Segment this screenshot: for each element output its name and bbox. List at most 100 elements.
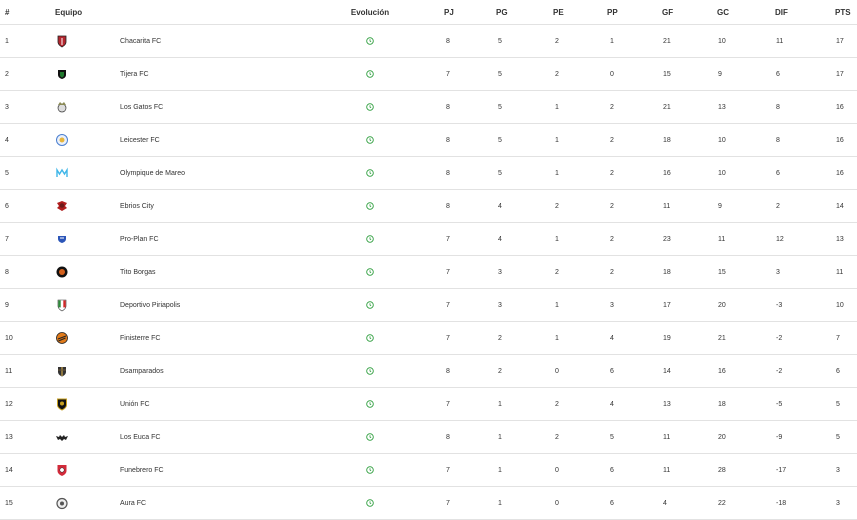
table-row[interactable]: 5 Olympique de Mareo 8 5 1 2 16 10 6 16 [0, 156, 857, 190]
team-name[interactable]: Los Euca FC [120, 420, 296, 454]
team-name[interactable]: Olympique de Mareo [120, 156, 296, 190]
table-row[interactable]: 7 Pro-Plan FC 7 4 1 2 23 11 12 13 [0, 222, 857, 256]
evolution-cell [296, 453, 444, 487]
stat-pj: 7 [444, 57, 496, 91]
clock-icon[interactable] [366, 136, 374, 144]
row-position: 11 [0, 354, 55, 388]
team-name[interactable]: Dsamparados [120, 354, 296, 388]
stat-pp: 6 [607, 453, 662, 487]
standings-body: 1 Chacarita FC 8 5 2 1 21 10 11 17 2 Tijera FC 7 5 2 0 1… [0, 24, 857, 520]
stat-pj: 8 [444, 24, 496, 58]
stat-gf: 18 [662, 123, 717, 157]
team-crest-cell [55, 222, 120, 256]
table-row[interactable]: 9 Deportivo Piriapolis 7 3 1 3 17 20 -3 10 [0, 288, 857, 322]
evolution-cell [296, 288, 444, 322]
clock-icon[interactable] [366, 169, 374, 177]
header-pts: PTS [835, 0, 857, 25]
clock-icon[interactable] [366, 367, 374, 375]
stat-pts: 16 [835, 90, 857, 124]
stat-pj: 7 [444, 255, 496, 289]
stat-pg: 5 [496, 123, 553, 157]
stat-dif: -3 [775, 288, 835, 322]
stat-pe: 0 [553, 354, 607, 388]
team-name[interactable]: Finisterre FC [120, 321, 296, 355]
clock-icon[interactable] [366, 466, 374, 474]
clock-icon[interactable] [366, 400, 374, 408]
team-name[interactable]: Ebrios City [120, 189, 296, 223]
stat-dif: 8 [775, 123, 835, 157]
stat-gc: 20 [717, 420, 775, 454]
table-row[interactable]: 1 Chacarita FC 8 5 2 1 21 10 11 17 [0, 24, 857, 58]
team-crest-cell [55, 321, 120, 355]
stat-gf: 14 [662, 354, 717, 388]
clock-icon[interactable] [366, 334, 374, 342]
stat-pts: 3 [835, 453, 857, 487]
row-position: 10 [0, 321, 55, 355]
stat-gc: 10 [717, 123, 775, 157]
stat-pj: 8 [444, 420, 496, 454]
header-team: Equipo [55, 0, 120, 25]
stat-pe: 1 [553, 156, 607, 190]
table-row[interactable]: 10 Finisterre FC 7 2 1 4 19 21 -2 7 [0, 321, 857, 355]
team-crest-icon [55, 463, 69, 477]
team-name[interactable]: Deportivo Piriapolis [120, 288, 296, 322]
stat-pj: 8 [444, 90, 496, 124]
clock-icon[interactable] [366, 433, 374, 441]
stat-pg: 3 [496, 288, 553, 322]
stat-gf: 11 [662, 420, 717, 454]
team-name[interactable]: Los Gatos FC [120, 90, 296, 124]
team-name[interactable]: Tijera FC [120, 57, 296, 91]
stat-pj: 7 [444, 387, 496, 421]
header-pos: # [0, 0, 55, 25]
stat-dif: 12 [775, 222, 835, 256]
stat-pe: 1 [553, 222, 607, 256]
team-name[interactable]: Leicester FC [120, 123, 296, 157]
row-position: 12 [0, 387, 55, 421]
team-crest-cell [55, 156, 120, 190]
team-name[interactable]: Tito Borgas [120, 255, 296, 289]
team-crest-icon [55, 133, 69, 147]
clock-icon[interactable] [366, 103, 374, 111]
team-crest-cell [55, 288, 120, 322]
stat-gf: 19 [662, 321, 717, 355]
header-team-spacer [120, 0, 296, 25]
clock-icon[interactable] [366, 202, 374, 210]
team-name[interactable]: Pro-Plan FC [120, 222, 296, 256]
table-row[interactable]: 11 Dsamparados 8 2 0 6 14 16 -2 6 [0, 354, 857, 388]
table-row[interactable]: 14 Funebrero FC 7 1 0 6 11 28 -17 3 [0, 453, 857, 487]
evolution-cell [296, 90, 444, 124]
table-row[interactable]: 8 Tito Borgas 7 3 2 2 18 15 3 11 [0, 255, 857, 289]
clock-icon[interactable] [366, 235, 374, 243]
team-crest-cell [55, 90, 120, 124]
table-row[interactable]: 4 Leicester FC 8 5 1 2 18 10 8 16 [0, 123, 857, 157]
clock-icon[interactable] [366, 268, 374, 276]
stat-gf: 11 [662, 453, 717, 487]
stat-pe: 2 [553, 24, 607, 58]
table-row[interactable]: 2 Tijera FC 7 5 2 0 15 9 6 17 [0, 57, 857, 91]
stat-dif: -17 [775, 453, 835, 487]
stat-gf: 23 [662, 222, 717, 256]
stat-pts: 10 [835, 288, 857, 322]
evolution-cell [296, 354, 444, 388]
clock-icon[interactable] [366, 499, 374, 507]
stat-gc: 18 [717, 387, 775, 421]
clock-icon[interactable] [366, 70, 374, 78]
table-row[interactable]: 6 Ebrios City 8 4 2 2 11 9 2 14 [0, 189, 857, 223]
team-crest-icon [55, 166, 69, 180]
table-row[interactable]: 13 Los Euca FC 8 1 2 5 11 20 -9 5 [0, 420, 857, 454]
stat-pe: 1 [553, 321, 607, 355]
clock-icon[interactable] [366, 37, 374, 45]
team-crest-cell [55, 354, 120, 388]
stat-dif: -9 [775, 420, 835, 454]
table-row[interactable]: 12 Unión FC 7 1 2 4 13 18 -5 5 [0, 387, 857, 421]
clock-icon[interactable] [366, 301, 374, 309]
stat-pe: 2 [553, 57, 607, 91]
team-name[interactable]: Unión FC [120, 387, 296, 421]
team-name[interactable]: Funebrero FC [120, 453, 296, 487]
row-position: 1 [0, 24, 55, 58]
stat-pp: 2 [607, 156, 662, 190]
evolution-cell [296, 420, 444, 454]
team-name[interactable]: Chacarita FC [120, 24, 296, 58]
table-row[interactable]: 3 Los Gatos FC 8 5 1 2 21 13 8 16 [0, 90, 857, 124]
stat-pe: 1 [553, 123, 607, 157]
